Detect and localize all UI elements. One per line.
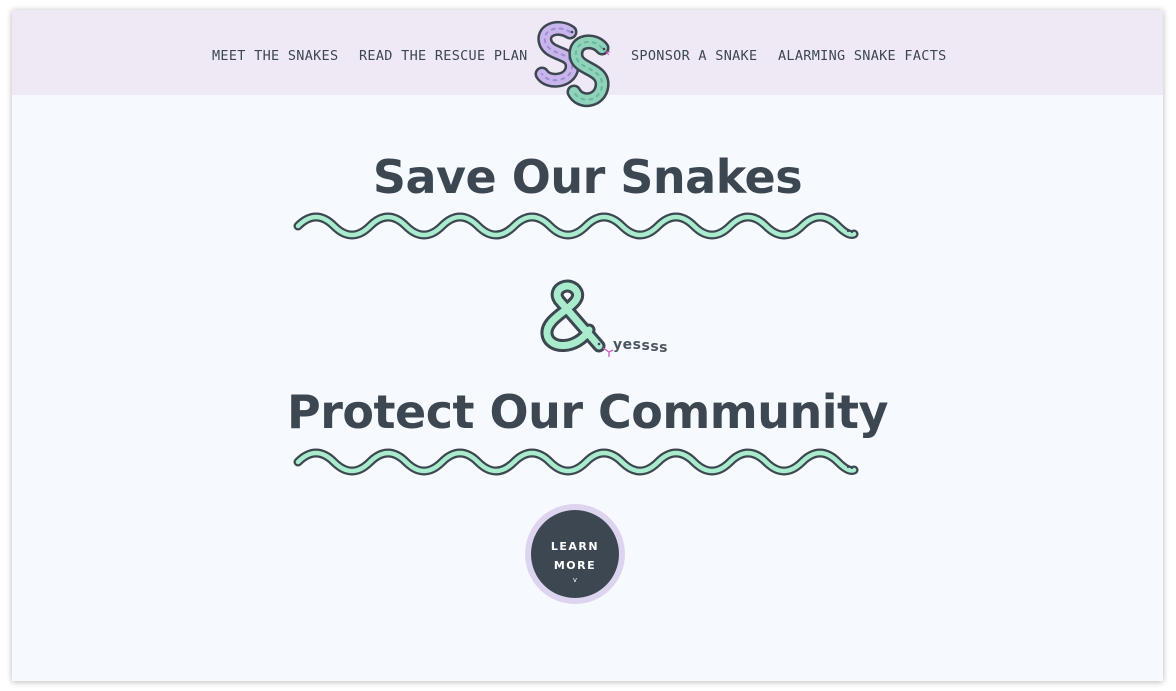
- learn-more-label-line1: LEARN: [550, 540, 600, 553]
- snake-logo-icon[interactable]: [534, 20, 614, 112]
- wavy-snake-divider-icon: [293, 212, 859, 240]
- page: MEET THE SNAKES READ THE RESCUE PLAN SPO…: [12, 10, 1163, 681]
- headline-protect-our-community: Protect Our Community: [287, 385, 888, 439]
- headline-save-our-snakes: Save Our Snakes: [372, 150, 803, 204]
- yessss-text: yessss: [613, 337, 668, 356]
- nav-sponsor-a-snake[interactable]: SPONSOR A SNAKE: [631, 48, 757, 64]
- nav-alarming-snake-facts[interactable]: ALARMING SNAKE FACTS: [778, 48, 947, 64]
- chevron-down-icon: v: [572, 576, 578, 584]
- learn-more-label-line2: MORE: [553, 559, 597, 572]
- nav-read-the-rescue-plan[interactable]: READ THE RESCUE PLAN: [359, 48, 528, 64]
- learn-more-button[interactable]: LEARN MORE v: [531, 510, 619, 598]
- wavy-snake-divider-icon: [293, 448, 859, 476]
- snake-ampersand-icon: [540, 279, 614, 357]
- nav-meet-the-snakes[interactable]: MEET THE SNAKES: [212, 48, 338, 64]
